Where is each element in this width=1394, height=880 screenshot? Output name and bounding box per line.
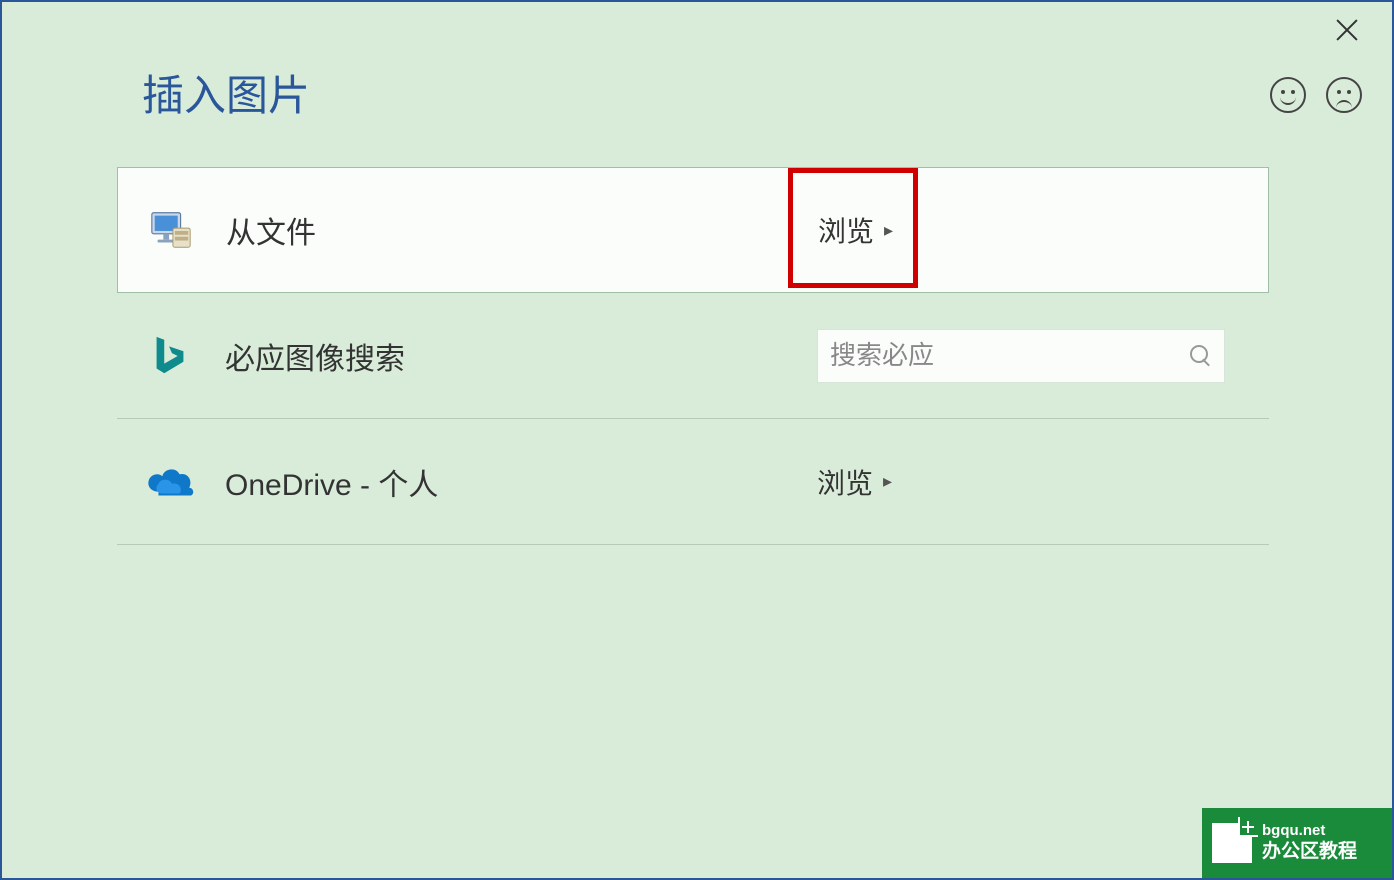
watermark-text: bgqu.net 办公区教程 [1262,821,1357,865]
watermark-logo [1212,823,1252,863]
insert-picture-options: 从文件 浏览 ▸ 必应图像搜索 OneDrive - 个人 浏览 [117,167,1269,545]
computer-icon [146,205,196,255]
watermark-url: bgqu.net [1262,821,1357,841]
option-bing-search[interactable]: 必应图像搜索 [117,293,1269,419]
sad-face-icon[interactable] [1326,77,1362,113]
search-icon[interactable] [1190,345,1212,367]
happy-face-icon[interactable] [1270,77,1306,113]
onedrive-icon [145,457,195,507]
chevron-right-icon: ▸ [884,220,893,241]
chevron-right-icon: ▸ [883,471,892,492]
bing-icon [145,331,195,381]
option-onedrive-label: OneDrive - 个人 [225,460,1241,504]
bing-search-input[interactable] [830,340,1190,371]
onedrive-browse-label: 浏览 [817,462,873,502]
page-title: 插入图片 [142,62,310,123]
option-from-file[interactable]: 从文件 浏览 ▸ [117,167,1269,293]
onedrive-browse-button[interactable]: 浏览 ▸ [817,462,892,502]
file-browse-button[interactable]: 浏览 ▸ [818,210,893,250]
watermark-label: 办公区教程 [1262,840,1357,865]
option-from-file-label: 从文件 [226,208,1240,252]
file-browse-label: 浏览 [818,210,874,250]
bing-search-box[interactable] [817,329,1225,383]
watermark: bgqu.net 办公区教程 [1202,808,1392,878]
feedback-icons [1270,77,1362,113]
window-close-area [1317,10,1377,50]
option-onedrive[interactable]: OneDrive - 个人 浏览 ▸ [117,419,1269,545]
close-icon[interactable] [1333,16,1361,44]
